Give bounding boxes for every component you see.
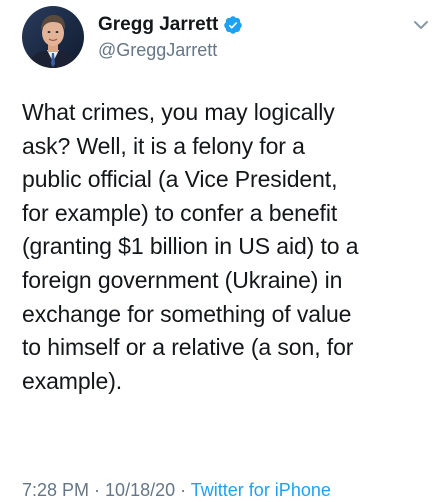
meta-separator: ·	[89, 480, 106, 500]
tweet-date[interactable]: 10/18/20	[105, 480, 175, 500]
author-handle[interactable]: @GreggJarrett	[98, 38, 243, 62]
tweet-source-link[interactable]: Twitter for iPhone	[191, 480, 331, 500]
verified-badge-icon	[223, 15, 243, 35]
tweet-meta: 7:28 PM · 10/18/20 · Twitter for iPhone	[22, 478, 331, 502]
tweet-header: Gregg Jarrett @GreggJarrett	[22, 4, 243, 70]
meta-separator: ·	[175, 480, 191, 500]
author-names: Gregg Jarrett @GreggJarrett	[98, 13, 243, 62]
avatar-image	[22, 6, 84, 68]
tweet-card: Gregg Jarrett @GreggJarrett What crimes,…	[0, 0, 446, 500]
chevron-down-icon[interactable]	[410, 14, 432, 36]
name-row: Gregg Jarrett	[98, 13, 243, 37]
tweet-text: What crimes, you may logically ask? Well…	[22, 99, 359, 394]
display-name[interactable]: Gregg Jarrett	[98, 13, 218, 37]
tweet-time[interactable]: 7:28 PM	[22, 480, 89, 500]
avatar[interactable]	[22, 6, 84, 68]
